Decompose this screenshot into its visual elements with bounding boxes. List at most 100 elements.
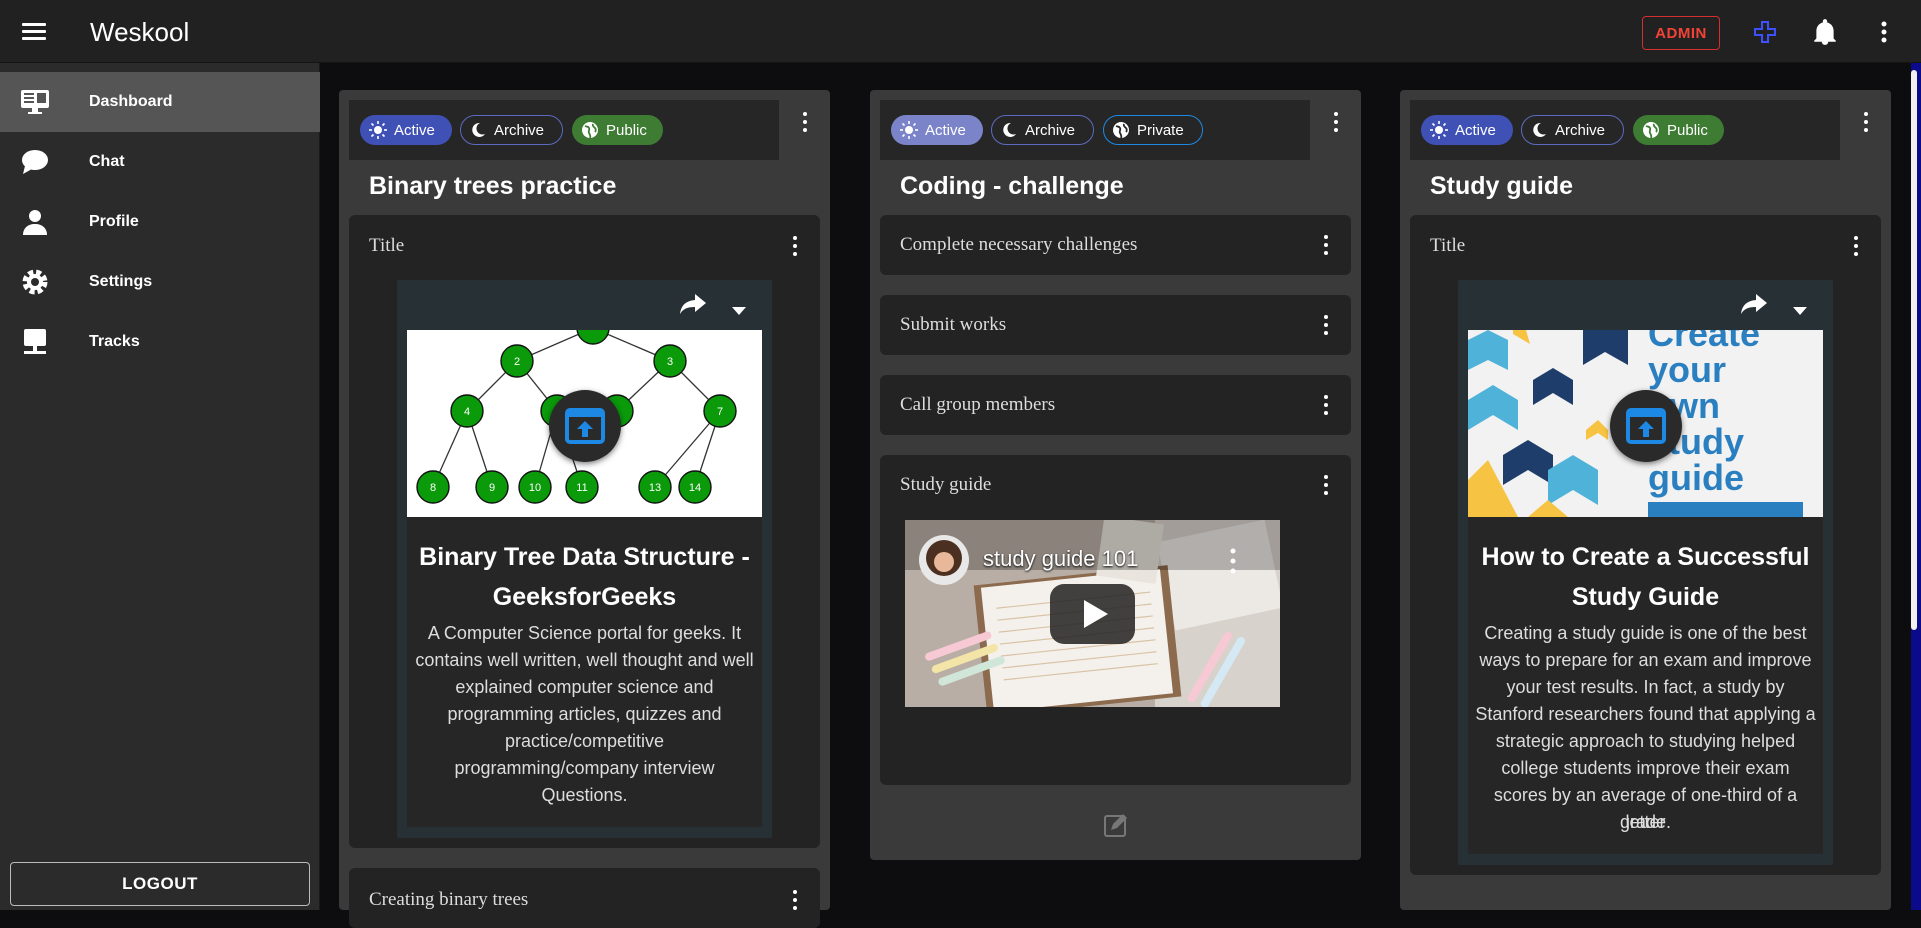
study-guide-preview-image: Create your own study guide	[1468, 330, 1823, 517]
tree-node-label: 2	[514, 356, 520, 368]
link-title: How to Create a Successful Study Guide	[1481, 543, 1810, 611]
link-preview-card[interactable]: 2 3 4 7 8 9 10 11 13 14 Binary Tree Data…	[397, 280, 772, 838]
task-card[interactable]: Call group members	[880, 375, 1351, 435]
desktop-icon	[20, 327, 50, 357]
sun-icon	[369, 121, 387, 139]
chip-archive[interactable]: Archive	[460, 115, 563, 145]
course-column-coding-challenge: Active Archive Private Coding - challeng…	[870, 90, 1361, 860]
chip-active[interactable]: Active	[891, 115, 983, 145]
card-menu-icon[interactable]	[1844, 234, 1868, 258]
sidebar-item-label: Tracks	[89, 333, 140, 350]
card-title: Creating binary trees	[369, 889, 529, 910]
link-description-line: ways to prepare for an exam and improve	[1479, 650, 1812, 670]
link-description-line: A Computer Science portal for geeks. It	[427, 623, 742, 643]
more-options-icon[interactable]	[1868, 16, 1900, 48]
tree-node-label: 10	[529, 482, 541, 494]
video-title: study guide 101	[983, 546, 1139, 571]
chip-public[interactable]: Public	[1633, 115, 1724, 145]
task-card[interactable]: Submit works	[880, 295, 1351, 355]
share-arrow-icon[interactable]	[1741, 294, 1767, 319]
link-preview-body: Create your own study guide How to Creat…	[1468, 330, 1823, 854]
chip-label: Archive	[1025, 121, 1076, 139]
tree-node-label: 7	[717, 406, 723, 418]
card-title: Title	[369, 235, 405, 256]
column-title: Binary trees practice	[369, 172, 617, 200]
sidebar-item-label: Dashboard	[89, 93, 173, 110]
card-menu-icon[interactable]	[1314, 473, 1338, 497]
video-embed[interactable]: study guide 101	[905, 520, 1280, 707]
chip-label: Private	[1137, 121, 1184, 139]
chip-archive[interactable]: Archive	[1521, 115, 1624, 145]
tree-node-label: 8	[430, 482, 436, 494]
link-description-line: Stanford researchers found that applying…	[1475, 704, 1816, 724]
chip-label: Public	[606, 121, 647, 139]
course-column-binary-trees: Active Archive Public Binary trees pract…	[339, 90, 830, 928]
sidebar: Dashboard Chat Profile Settings Tracks L…	[0, 63, 320, 910]
chip-public[interactable]: Public	[572, 115, 663, 145]
globe-icon	[1642, 121, 1660, 139]
chip-label: Active	[394, 121, 435, 139]
resource-card: Title	[1410, 215, 1881, 875]
person-icon	[20, 207, 50, 237]
moon-icon	[469, 121, 487, 139]
tree-node-label: 13	[649, 482, 661, 494]
chip-label: Archive	[1555, 121, 1606, 139]
link-description-line: practice/competitive	[504, 731, 665, 751]
notifications-bell-icon[interactable]	[1809, 16, 1841, 48]
card-menu-icon[interactable]	[783, 234, 807, 258]
task-title: Complete necessary challenges	[900, 234, 1138, 255]
column-menu-icon[interactable]	[793, 110, 817, 134]
sidebar-item-dashboard[interactable]: Dashboard	[0, 72, 320, 132]
sidebar-item-settings[interactable]: Settings	[0, 252, 320, 312]
link-preview-body: 2 3 4 7 8 9 10 11 13 14 Binary Tree Data…	[407, 330, 762, 827]
card-menu-icon[interactable]	[783, 888, 807, 912]
link-description-line: college students improve their exam	[1501, 758, 1790, 778]
column-menu-icon[interactable]	[1324, 110, 1348, 134]
app-bar: Weskool ADMIN	[0, 0, 1921, 63]
caret-down-icon[interactable]	[732, 302, 746, 320]
link-preview-card[interactable]: Create your own study guide How to Creat…	[1458, 280, 1833, 865]
column-menu-icon[interactable]	[1854, 110, 1878, 134]
card-menu-icon[interactable]	[1314, 233, 1338, 257]
link-description-line: Questions.	[541, 785, 628, 805]
chip-private[interactable]: Private	[1103, 115, 1203, 145]
logout-button[interactable]: LOGOUT	[10, 862, 310, 906]
task-card[interactable]: Complete necessary challenges	[880, 215, 1351, 275]
chip-label: Public	[1667, 121, 1708, 139]
sun-icon	[900, 121, 918, 139]
open-link-button[interactable]	[549, 390, 621, 462]
binary-tree-preview-image: 2 3 4 7 8 9 10 11 13 14	[407, 330, 762, 517]
page-scrollbar-thumb[interactable]	[1911, 70, 1917, 630]
link-description-line: contains well written, well thought and …	[415, 650, 754, 670]
tree-node-label: 3	[667, 356, 673, 368]
chip-active[interactable]: Active	[360, 115, 452, 145]
chip-archive[interactable]: Archive	[991, 115, 1094, 145]
sidebar-item-profile[interactable]: Profile	[0, 192, 320, 252]
share-arrow-icon[interactable]	[680, 294, 706, 319]
link-description-line: grade.	[1619, 812, 1672, 832]
chip-label: Active	[925, 121, 966, 139]
moon-icon	[1000, 121, 1018, 139]
card-menu-icon[interactable]	[1314, 313, 1338, 337]
edit-column-icon[interactable]	[1103, 812, 1129, 843]
app-title: Weskool	[90, 17, 190, 47]
chip-label: Active	[1455, 121, 1496, 139]
gear-icon	[20, 267, 50, 297]
moon-icon	[1530, 121, 1548, 139]
chip-active[interactable]: Active	[1421, 115, 1513, 145]
open-in-new-icon	[565, 408, 605, 444]
admin-button[interactable]: ADMIN	[1642, 16, 1720, 50]
hamburger-menu-icon[interactable]	[20, 20, 48, 44]
sidebar-item-chat[interactable]: Chat	[0, 132, 320, 192]
card-menu-icon[interactable]	[1314, 393, 1338, 417]
sidebar-item-tracks[interactable]: Tracks	[0, 312, 320, 372]
link-description-line: Creating a study guide is one of the bes…	[1484, 623, 1807, 643]
preview-heading-line: your	[1648, 349, 1727, 390]
preview-heading-line: guide	[1648, 457, 1744, 498]
caret-down-icon[interactable]	[1793, 302, 1807, 320]
add-course-icon[interactable]	[1749, 16, 1781, 48]
open-link-button[interactable]	[1610, 390, 1682, 462]
globe-icon	[1112, 121, 1130, 139]
sidebar-item-label: Profile	[89, 213, 139, 230]
column-title: Coding - challenge	[900, 172, 1124, 200]
